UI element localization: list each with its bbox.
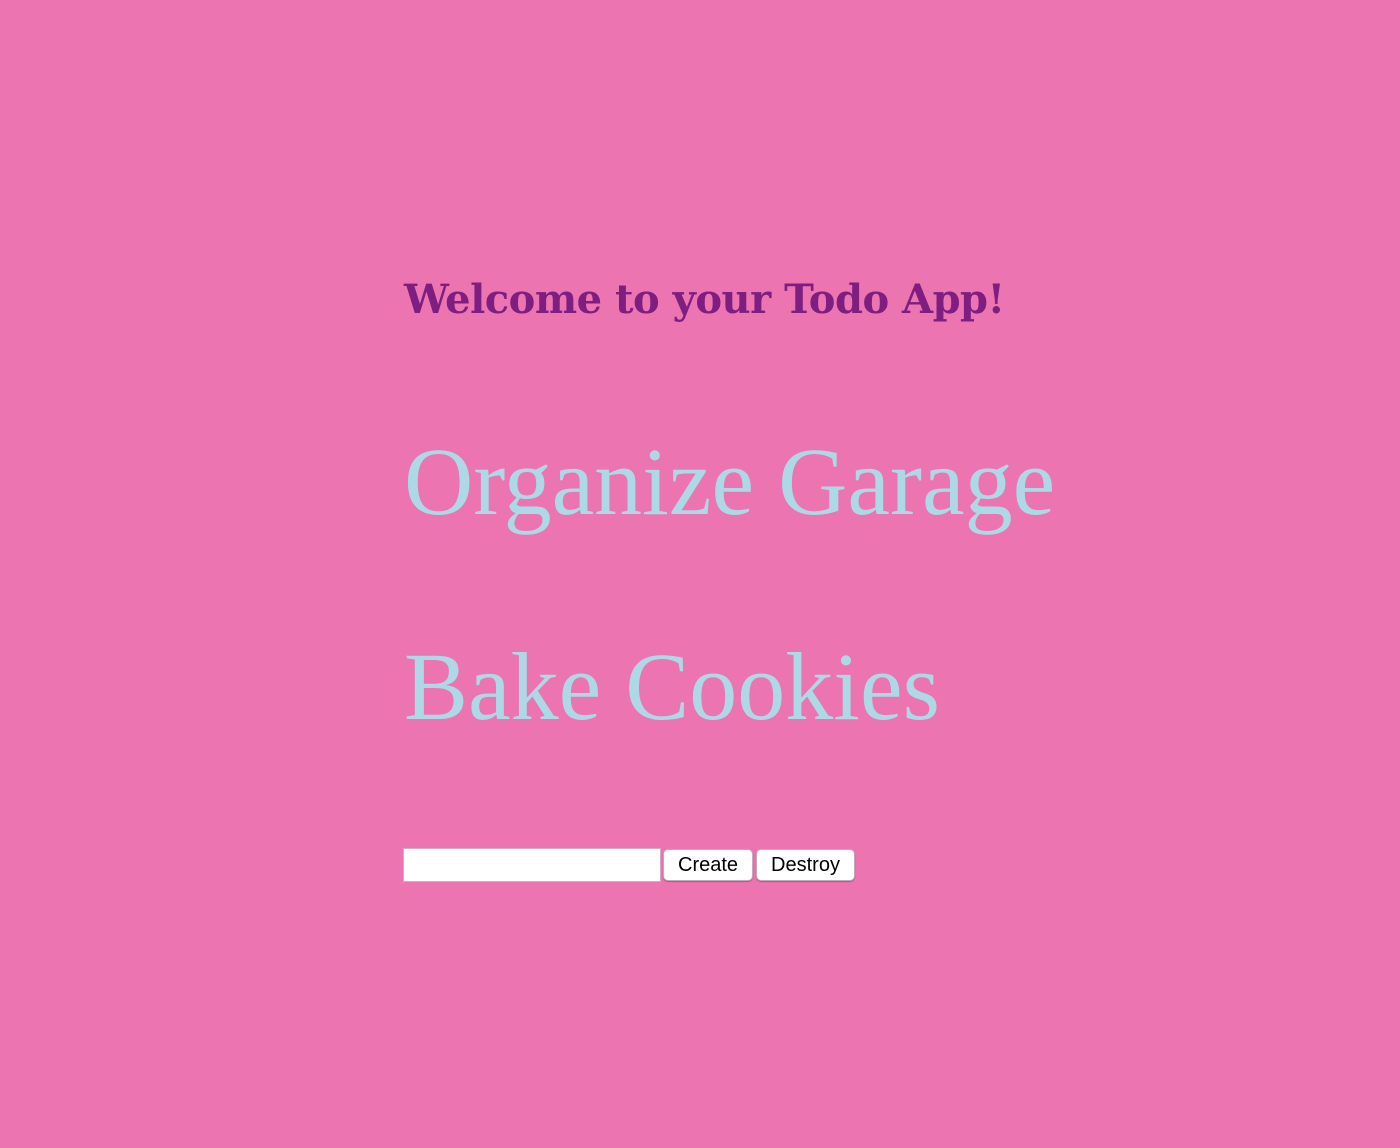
todo-list: Organize Garage Bake Cookies <box>404 430 1304 739</box>
todo-form: Create Destroy <box>403 848 1304 882</box>
destroy-button[interactable]: Destroy <box>756 849 855 881</box>
todo-item: Bake Cookies <box>404 633 940 740</box>
todo-app: Welcome to your Todo App! Organize Garag… <box>403 270 1304 882</box>
page-title: Welcome to your Todo App! <box>404 276 1005 323</box>
todo-input[interactable] <box>403 848 661 882</box>
create-button[interactable]: Create <box>663 849 754 881</box>
todo-item: Organize Garage <box>404 428 1056 535</box>
